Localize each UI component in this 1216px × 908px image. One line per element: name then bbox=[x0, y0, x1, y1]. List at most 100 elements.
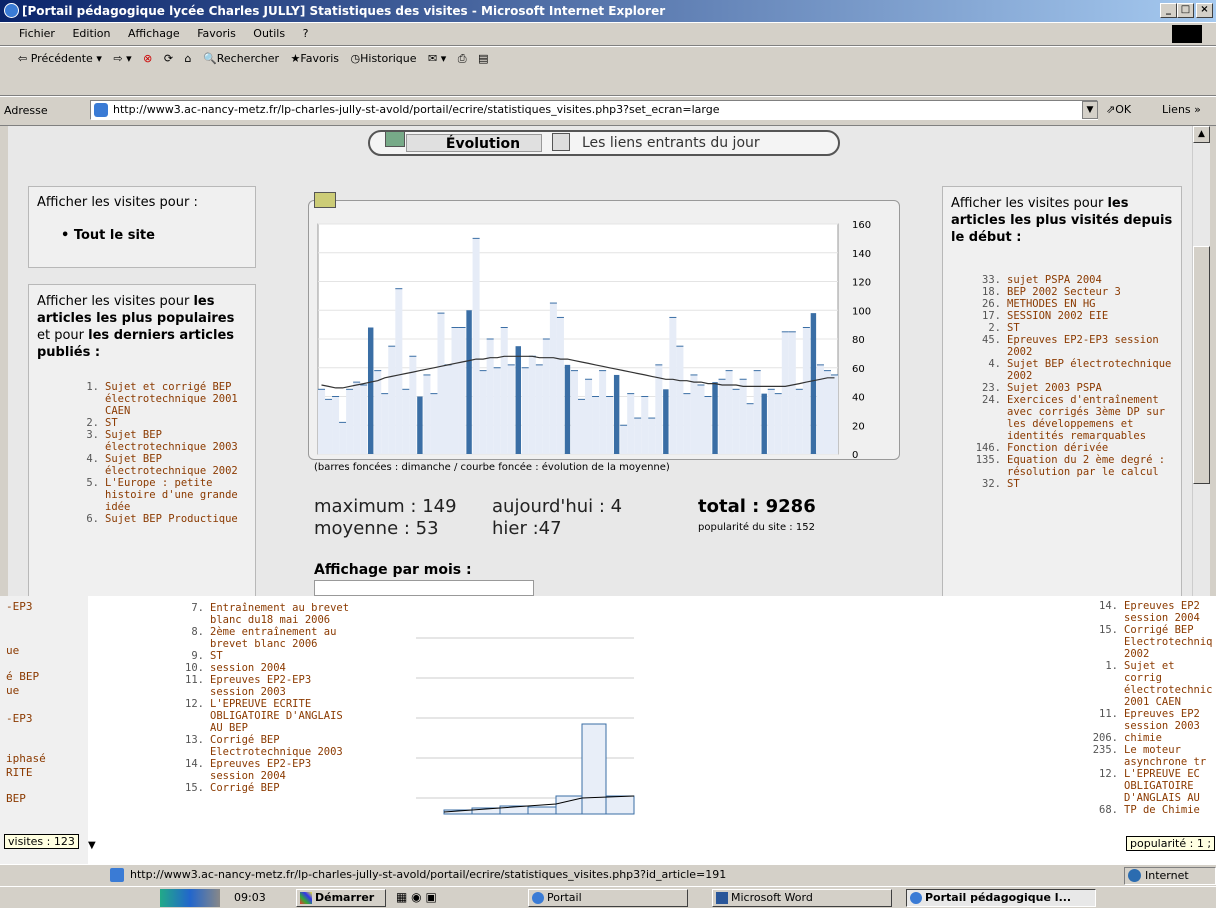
close-button[interactable]: × bbox=[1196, 3, 1213, 18]
list-item[interactable]: 235. Le moteur asynchrone tr bbox=[1080, 744, 1216, 768]
day-bar[interactable] bbox=[641, 396, 649, 455]
list-item[interactable]: 14. Epreuves EP2 session 2004 bbox=[1080, 600, 1216, 624]
menu-outils[interactable]: Outils bbox=[246, 24, 292, 44]
sunday-bar[interactable] bbox=[761, 393, 767, 454]
list-item[interactable]: 14. Epreuves EP2-EP3 session 2004 bbox=[160, 758, 360, 782]
scroll-up-button[interactable]: ▲ bbox=[1193, 126, 1210, 143]
day-bar[interactable] bbox=[753, 370, 761, 454]
day-bar[interactable] bbox=[430, 393, 438, 454]
list-item[interactable]: 15. Corrigé BEP Electrotechniq 2002 bbox=[1080, 624, 1216, 660]
go-button[interactable]: ⇗OK bbox=[1106, 101, 1154, 119]
list-item[interactable]: 7. Entraînement au brevet blanc du18 mai … bbox=[160, 602, 360, 626]
day-bar[interactable] bbox=[381, 393, 389, 454]
day-bar[interactable] bbox=[718, 379, 726, 454]
day-bar[interactable] bbox=[725, 370, 733, 454]
day-bar[interactable] bbox=[325, 399, 333, 454]
day-bar[interactable] bbox=[697, 385, 705, 454]
day-bar[interactable] bbox=[409, 356, 417, 454]
day-bar[interactable] bbox=[627, 393, 635, 454]
sunday-bar[interactable] bbox=[367, 327, 374, 455]
list-item[interactable]: 9. ST bbox=[160, 650, 360, 662]
search-button[interactable]: 🔍Rechercher bbox=[199, 47, 283, 71]
day-bar[interactable] bbox=[690, 374, 698, 454]
day-bar[interactable] bbox=[360, 385, 368, 454]
day-bar[interactable] bbox=[353, 382, 361, 454]
day-bar[interactable] bbox=[739, 379, 747, 454]
day-bar[interactable] bbox=[451, 327, 459, 455]
menu-favoris[interactable]: Favoris bbox=[190, 24, 243, 44]
day-bar[interactable] bbox=[444, 364, 452, 454]
list-item[interactable]: 1. Sujet et corrigé BEP électrotechnique … bbox=[69, 381, 247, 417]
task-portail[interactable]: Portail bbox=[528, 889, 688, 907]
maximize-button[interactable]: □ bbox=[1177, 3, 1194, 18]
day-bar[interactable] bbox=[732, 389, 740, 454]
day-bar[interactable] bbox=[423, 374, 431, 454]
day-bar[interactable] bbox=[774, 393, 782, 454]
list-item[interactable]: 146. Fonction dérivée bbox=[971, 442, 1173, 454]
day-bar[interactable] bbox=[634, 418, 642, 454]
sunday-bar[interactable] bbox=[712, 382, 718, 454]
sunday-bar[interactable] bbox=[810, 313, 817, 454]
menu-edition[interactable]: Edition bbox=[65, 24, 117, 44]
list-item[interactable]: 12. L'EPREUVE EC OBLIGATOIRE D'ANGLAIS AU bbox=[1080, 768, 1216, 804]
list-item[interactable]: 11. Epreuves EP2-EP3 session 2003 bbox=[160, 674, 360, 698]
list-item[interactable]: 10. session 2004 bbox=[160, 662, 360, 674]
list-item[interactable]: 4. Sujet BEP électrotechnique 2002 bbox=[69, 453, 247, 477]
whole-site-link[interactable]: • Tout le site bbox=[61, 228, 247, 243]
home-button[interactable]: ⌂ bbox=[181, 47, 196, 71]
list-item[interactable]: 17. SESSION 2002 EIE bbox=[971, 310, 1173, 322]
list-item[interactable]: 24. Exercices d'entraînement avec corrigé… bbox=[971, 394, 1173, 442]
day-bar[interactable] bbox=[648, 418, 656, 454]
list-item[interactable]: 11. Epreuves EP2 session 2003 bbox=[1080, 708, 1216, 732]
day-bar[interactable] bbox=[592, 396, 600, 455]
day-bar[interactable] bbox=[395, 288, 403, 454]
list-item[interactable]: 8. 2ème entraînement au brevet blanc 2006 bbox=[160, 626, 360, 650]
stop-button[interactable]: ⊗ bbox=[139, 47, 156, 71]
scroll-thumb[interactable] bbox=[1193, 246, 1210, 484]
day-bar[interactable] bbox=[606, 396, 614, 455]
day-bar[interactable] bbox=[795, 389, 803, 454]
day-bar[interactable] bbox=[549, 303, 557, 454]
day-bar[interactable] bbox=[458, 327, 466, 455]
day-bar[interactable] bbox=[585, 379, 593, 454]
menu-fichier[interactable]: Fichier bbox=[12, 24, 62, 44]
list-item[interactable]: 206. chimie bbox=[1080, 732, 1216, 744]
day-bar[interactable] bbox=[479, 370, 487, 454]
day-bar[interactable] bbox=[746, 403, 754, 454]
day-bar[interactable] bbox=[676, 346, 684, 454]
forward-button[interactable]: ⇨ ▾ bbox=[109, 47, 135, 71]
address-dropdown-button[interactable]: ▼ bbox=[1082, 101, 1098, 119]
day-bar[interactable] bbox=[486, 339, 494, 454]
day-bar[interactable] bbox=[542, 339, 550, 454]
day-bar[interactable] bbox=[788, 331, 796, 454]
list-item[interactable]: 3. Sujet BEP électrotechnique 2003 bbox=[69, 429, 247, 453]
list-item[interactable]: 18. BEP 2002 Secteur 3 bbox=[971, 286, 1173, 298]
links-button[interactable]: Liens » bbox=[1162, 101, 1201, 119]
sunday-bar[interactable] bbox=[613, 374, 620, 454]
minimize-button[interactable]: _ bbox=[1160, 3, 1177, 18]
menu-affichage[interactable]: Affichage bbox=[121, 24, 187, 44]
day-bar[interactable] bbox=[830, 374, 838, 454]
day-bar[interactable] bbox=[669, 317, 677, 454]
mail-button[interactable]: ✉ ▾ bbox=[424, 47, 450, 71]
day-bar[interactable] bbox=[781, 331, 789, 454]
list-item[interactable]: 1. Sujet et corrig électrotechnic 2001 CA… bbox=[1080, 660, 1216, 708]
scroll-down-small-icon[interactable]: ▼ bbox=[88, 840, 96, 851]
day-bar[interactable] bbox=[683, 393, 691, 454]
day-bar[interactable] bbox=[521, 367, 529, 454]
edit-button[interactable]: ▤ bbox=[474, 47, 492, 71]
print-button[interactable]: ⎙ bbox=[454, 47, 471, 71]
list-item[interactable]: 32. ST bbox=[971, 478, 1173, 490]
day-bar[interactable] bbox=[556, 317, 564, 454]
back-button[interactable]: ⇦ Précédente ▾ bbox=[14, 47, 106, 71]
list-item[interactable]: 2. ST bbox=[69, 417, 247, 429]
list-item[interactable]: 2. ST bbox=[971, 322, 1173, 334]
day-bar[interactable] bbox=[332, 396, 340, 455]
list-item[interactable]: 15. Corrigé BEP bbox=[160, 782, 360, 794]
day-bar[interactable] bbox=[402, 389, 410, 454]
list-item[interactable]: 5. L'Europe : petite histoire d'une grand… bbox=[69, 477, 247, 513]
list-item[interactable]: 68. TP de Chimie bbox=[1080, 804, 1216, 816]
list-item[interactable]: 33. sujet PSPA 2004 bbox=[971, 274, 1173, 286]
day-bar[interactable] bbox=[578, 399, 586, 454]
start-button[interactable]: Démarrer bbox=[296, 889, 386, 907]
